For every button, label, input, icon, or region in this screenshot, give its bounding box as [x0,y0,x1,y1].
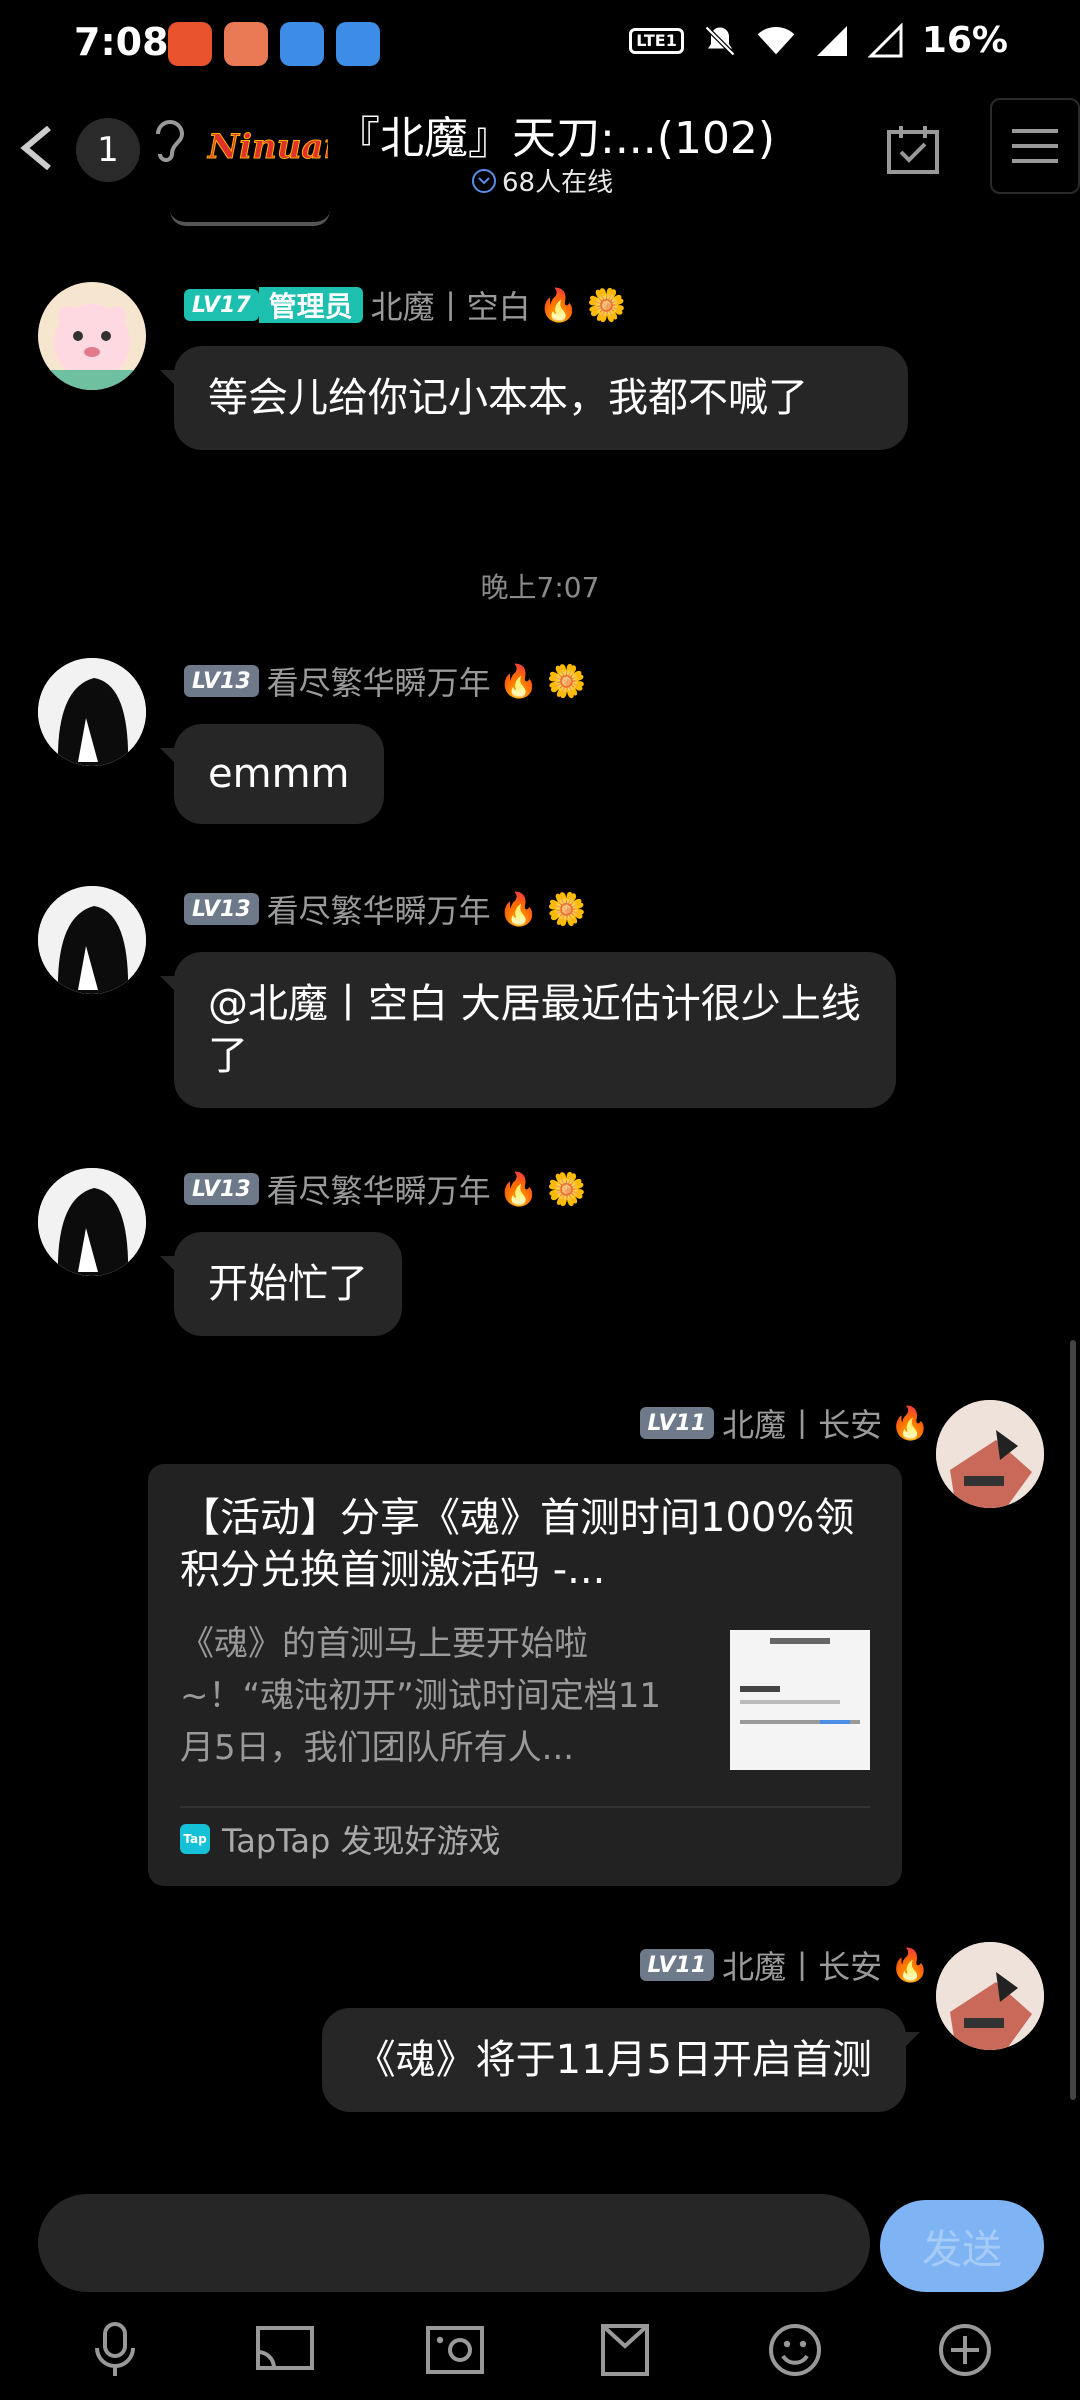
message-input[interactable] [38,2194,870,2292]
previous-message-edge [170,210,330,226]
signal-off-icon [867,22,903,57]
message-bubble[interactable]: 《魂》将于11月5日开启首测 [321,2008,921,2112]
sender-name: 北魔丨长安 [722,1948,883,1986]
card-source-label: TapTap 发现好游戏 [222,1822,501,1860]
level-badge: LV13 [184,1173,259,1205]
battery-level: 16% [921,20,1008,61]
message-sender: LV13 看尽繁华瞬万年 🔥 🌼 [184,886,586,932]
level-badge: LV13 [184,893,259,925]
scrollbar[interactable] [1070,1340,1076,2100]
group-title[interactable]: 『北魔』天刀:...(102) [336,102,775,166]
sender-name: 看尽繁华瞬万年 [266,1172,491,1210]
shared-link-card[interactable]: 【活动】分享《魂》首测时间100%领积分兑换首测激活码 -... 《魂》的首测马… [148,1464,902,1886]
online-count-label: 68人在线 [502,168,614,198]
flower-icon: 🌼 [546,662,587,700]
menu-icon [1012,129,1058,163]
menu-button[interactable] [990,98,1080,194]
flower-icon: 🌼 [546,890,587,928]
microphone-icon[interactable] [80,2315,150,2385]
send-button[interactable]: 发送 [880,2200,1044,2292]
fire-icon: 🔥 [538,286,579,324]
message-bubble[interactable]: 等会儿给你记小本本，我都不喊了 [160,346,908,450]
time-separator: 晚上7:07 [480,571,600,604]
online-count[interactable]: 68人在线 [472,162,613,199]
message-bubble[interactable]: @北魔丨空白 大居最近估计很少上线了 [160,952,896,1108]
avatar[interactable] [38,886,146,994]
ear-icon[interactable] [150,116,190,168]
message-sender: LV13 看尽繁华瞬万年 🔥 🌼 [184,658,586,704]
composer: 发送 [0,2190,1080,2300]
status-bar: 7:08 LTE1 16% [0,0,1080,90]
flower-icon: 🌼 [546,1170,587,1208]
sender-name: 北魔丨空白 [370,288,531,326]
level-badge: LV17 [184,289,259,321]
chevron-down-icon [472,168,496,193]
fire-icon: 🔥 [890,1404,930,1442]
calendar-check-icon[interactable] [884,122,942,178]
avatar[interactable] [936,1942,1044,2050]
notification-app-icon [224,22,268,66]
message-bubble[interactable]: emmm [160,724,384,824]
message-bubble[interactable]: 开始忙了 [160,1232,402,1336]
notification-app-icon [336,22,380,66]
card-source: Tap TapTap 发现好游戏 [180,1816,501,1862]
card-thumbnail [730,1630,870,1770]
taptap-logo-icon: Tap [180,1824,210,1854]
admin-badge: 管理员 [258,287,363,323]
volte-icon: LTE1 [629,27,684,54]
svg-text:Ninuark: Ninuark [207,127,328,167]
add-icon[interactable] [930,2315,1000,2385]
notification-app-icon [280,22,324,66]
photo-icon[interactable] [420,2315,490,2385]
sender-name: 北魔丨长安 [722,1406,883,1444]
cast-icon[interactable] [250,2315,320,2385]
message-sender: LV13 看尽繁华瞬万年 🔥 🌼 [184,1166,586,1212]
sender-name: 看尽繁华瞬万年 [266,892,491,930]
level-badge: LV11 [639,1407,715,1439]
sender-name: 看尽繁华瞬万年 [266,664,491,702]
status-notification-icons [168,22,380,66]
envelope-icon[interactable] [590,2315,660,2385]
fire-icon: 🔥 [498,890,539,928]
emoji-icon[interactable] [760,2315,830,2385]
status-time: 7:08 [74,20,169,64]
avatar[interactable] [38,1168,146,1276]
wifi-icon [757,26,795,54]
signal-icon [816,25,847,56]
level-badge: LV13 [184,665,259,697]
group-logo: Ninuark [207,127,329,168]
card-divider [180,1806,870,1808]
notification-app-icon [168,22,212,66]
unread-count-badge[interactable]: 1 [76,118,140,182]
fire-icon: 🔥 [498,1170,539,1208]
flower-icon: 🌼 [586,286,627,324]
mute-icon [704,25,735,56]
level-badge: LV11 [639,1949,715,1981]
fire-icon: 🔥 [498,662,539,700]
composer-toolbar [0,2300,1080,2400]
chat-messages[interactable]: LV17 管理员 北魔丨空白 🔥 🌼 等会儿给你记小本本，我都不喊了 晚上7:0… [0,210,1080,2170]
avatar[interactable] [38,282,146,390]
fire-icon: 🔥 [890,1946,930,1984]
avatar[interactable] [38,658,146,766]
message-sender: LV17 管理员 北魔丨空白 🔥 🌼 [184,282,626,328]
chat-header: 1 Ninuark 『北魔』天刀:...(102) 68人在线 [0,92,1080,210]
card-description: 《魂》的首测马上要开始啦~！“魂沌初开”测试时间定档11月5日，我们团队所有人.… [180,1624,661,1768]
status-indicators: LTE1 16% [629,20,1008,61]
avatar[interactable] [936,1400,1044,1508]
message-sender: LV11 北魔丨长安 🔥 [639,1942,930,1988]
card-title: 【活动】分享《魂》首测时间100%领积分兑换首测激活码 -... [180,1495,855,1593]
message-sender: LV11 北魔丨长安 🔥 [639,1400,930,1446]
back-icon[interactable] [12,120,62,176]
